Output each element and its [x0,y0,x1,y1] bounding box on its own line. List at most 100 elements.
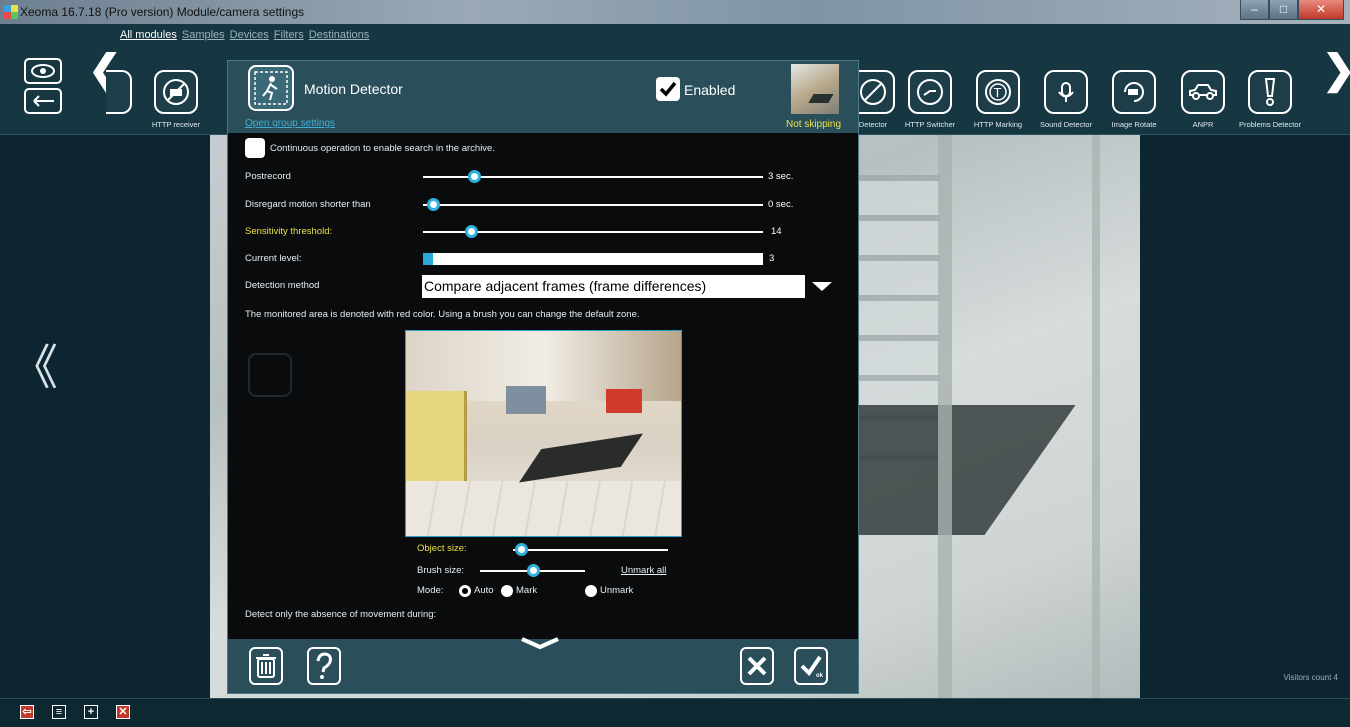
motion-detector-icon [248,65,294,111]
back-button[interactable] [24,88,62,114]
module-sound-detector[interactable]: Sound Detector [1033,70,1099,129]
close-window-button[interactable]: ✕ [1298,0,1344,20]
tab-samples[interactable]: Samples [182,29,225,41]
window-titlebar: Xeoma 16.7.18 (Pro version) Module/camer… [0,0,1350,24]
checkmark-icon [659,81,677,97]
list-view-icon[interactable]: ≡ [52,705,66,719]
dialog-footer: ok [228,637,858,693]
mode-unmark-radio[interactable]: Unmark [585,584,645,598]
current-level-bar [423,253,763,265]
add-camera-icon[interactable]: + [84,705,98,719]
continuous-operation-checkbox[interactable] [245,138,265,158]
postrecord-slider-handle[interactable] [468,170,481,183]
ok-button[interactable]: ok [794,647,828,685]
previous-camera-arrow-icon[interactable]: 《 [10,345,58,393]
svg-text:T: T [994,85,1002,100]
camera-thumbnail[interactable] [791,64,839,114]
brush-size-label: Brush size: [417,565,464,576]
sensitivity-threshold-slider[interactable] [423,225,763,238]
absence-of-movement-label: Detect only the absence of movement duri… [245,609,437,620]
module-label: HTTP Marking [973,120,1023,129]
mode-mark-radio[interactable]: Mark [501,584,551,598]
current-level-value: 3 [769,253,775,264]
module-http-switcher[interactable]: HTTP Switcher [897,70,963,129]
remove-icon[interactable]: ✕ [116,705,130,719]
module-label: ANPR [1192,120,1214,129]
return-arrow-icon [33,95,54,107]
exit-icon[interactable]: ⇦ [20,705,34,719]
detection-zone-editor[interactable] [405,330,682,537]
module-http-marking[interactable]: T HTTP Marking [965,70,1031,129]
mode-label: Mode: [417,585,444,596]
http-switcher-icon [908,70,952,114]
module-label: HTTP receiver [151,120,201,129]
brush-size-slider-handle[interactable] [526,564,540,577]
module-image-rotate[interactable]: Image Rotate [1101,70,1167,129]
view-mode-button[interactable] [24,58,62,84]
module-http-receiver[interactable]: HTTP receiver [143,70,209,129]
minimize-button[interactable]: – [1240,0,1269,20]
zone-description: The monitored area is denoted with red c… [245,309,640,320]
object-size-slider-handle[interactable] [514,543,528,556]
postrecord-slider[interactable] [423,170,763,183]
cancel-button[interactable] [740,647,774,685]
skip-status: Not skipping [786,119,842,130]
sound-detector-icon [1044,70,1088,114]
sensitivity-threshold-label: Sensitivity threshold: [245,226,333,237]
scroll-modules-right-button[interactable]: ❯ [1322,50,1350,90]
enabled-label: Enabled [684,82,736,98]
window-title: Xeoma 16.7.18 (Pro version) Module/camer… [20,5,305,19]
svg-text:ok: ok [816,673,823,678]
current-level-fill [423,253,434,265]
object-size-slider[interactable] [513,543,668,556]
current-level-label: Current level: [245,253,302,264]
continuous-operation-label: Continuous operation to enable search in… [270,143,495,154]
brush-size-slider[interactable] [480,564,585,577]
unmark-all-link[interactable]: Unmark all [621,565,666,576]
detection-method-select[interactable]: Compare adjacent frames (frame differenc… [422,275,805,298]
postrecord-value: 3 sec. [768,171,794,182]
module-partial-left[interactable] [86,70,132,114]
module-label: Image Rotate [1111,120,1157,129]
disregard-motion-slider-handle[interactable] [427,198,441,211]
anpr-car-icon [1181,70,1225,114]
tab-devices[interactable]: Devices [230,29,269,41]
mode-auto-label: Auto [474,585,494,596]
module-category-tabs: All modules Samples Devices Filters Dest… [120,29,369,41]
detection-method-label: Detection method [245,280,320,291]
close-icon [747,656,767,676]
tab-destinations[interactable]: Destinations [309,29,370,41]
maximize-button[interactable]: □ [1269,0,1298,20]
http-marking-icon: T [976,70,1020,114]
delete-module-button[interactable] [249,647,283,685]
http-receiver-icon [154,70,198,114]
checkmark-icon: ok [800,655,823,678]
module-anpr[interactable]: ANPR [1170,70,1236,129]
radio-icon [501,585,513,597]
help-button[interactable] [307,647,341,685]
expand-chevron-icon[interactable] [520,635,560,651]
warning-icon [1248,70,1292,114]
dialog-body: Continuous operation to enable search in… [228,133,858,639]
object-size-label: Object size: [417,543,467,554]
dialog-title: Motion Detector [304,81,403,97]
disregard-motion-value: 0 sec. [768,199,794,210]
module-label: Sound Detector [1039,120,1093,129]
enabled-checkbox[interactable] [656,77,680,101]
image-rotate-icon [1112,70,1156,114]
tab-all-modules[interactable]: All modules [120,29,177,41]
module-label: Problems Detector [1238,120,1302,129]
xeoma-logo-icon [4,5,18,19]
module-problems-detector[interactable]: Problems Detector [1237,70,1303,129]
dropdown-arrow-icon[interactable] [812,282,832,291]
module-label: HTTP Switcher [904,120,956,129]
trash-icon [256,654,276,678]
motion-detector-settings-dialog: Motion Detector Open group settings Enab… [227,60,859,694]
radio-selected-icon [459,585,471,597]
open-group-settings-link[interactable]: Open group settings [245,118,335,129]
eye-icon [31,64,55,78]
disregard-motion-slider[interactable] [423,198,763,211]
tab-filters[interactable]: Filters [274,29,304,41]
sensitivity-threshold-slider-handle[interactable] [464,225,478,238]
sensitivity-threshold-value: 14 [771,226,782,237]
